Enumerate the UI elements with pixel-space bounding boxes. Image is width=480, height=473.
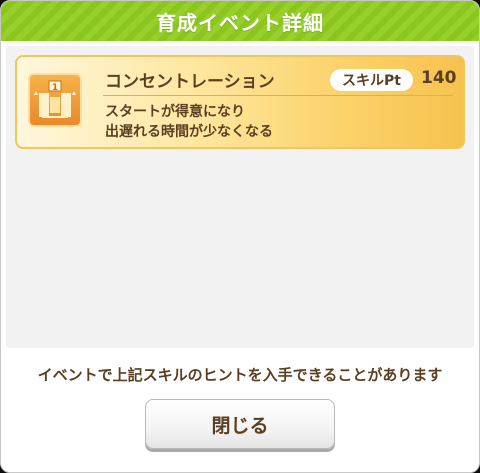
skill-card[interactable]: 1 コンセントレーション スキルPt 140 スタートが得意になり 出遅れる時間… [15,55,465,149]
gate-start-icon: 1 [28,73,82,127]
dialog-title: 育成イベント詳細 [156,10,324,35]
dialog-header: 育成イベント詳細 [1,1,479,41]
svg-text:1: 1 [52,83,58,93]
card-divider [103,95,453,96]
skill-pt-value: 140 [421,68,457,88]
content-area: 1 コンセントレーション スキルPt 140 スタートが得意になり 出遅れる時間… [6,46,474,348]
close-button[interactable]: 閉じる [145,399,335,449]
event-detail-dialog: 育成イベント詳細 1 コンセントレーション スキルPt 140 スタートが得意に… [0,0,480,473]
skill-pt-badge: スキルPt [330,69,413,91]
skill-description-line: 出遅れる時間が少なくなる [105,124,273,140]
skill-name: コンセントレーション [105,72,275,92]
skill-description-line: スタートが得意になり [105,104,245,120]
hint-text: イベントで上記スキルのヒントを入手できることがあります [37,366,443,384]
